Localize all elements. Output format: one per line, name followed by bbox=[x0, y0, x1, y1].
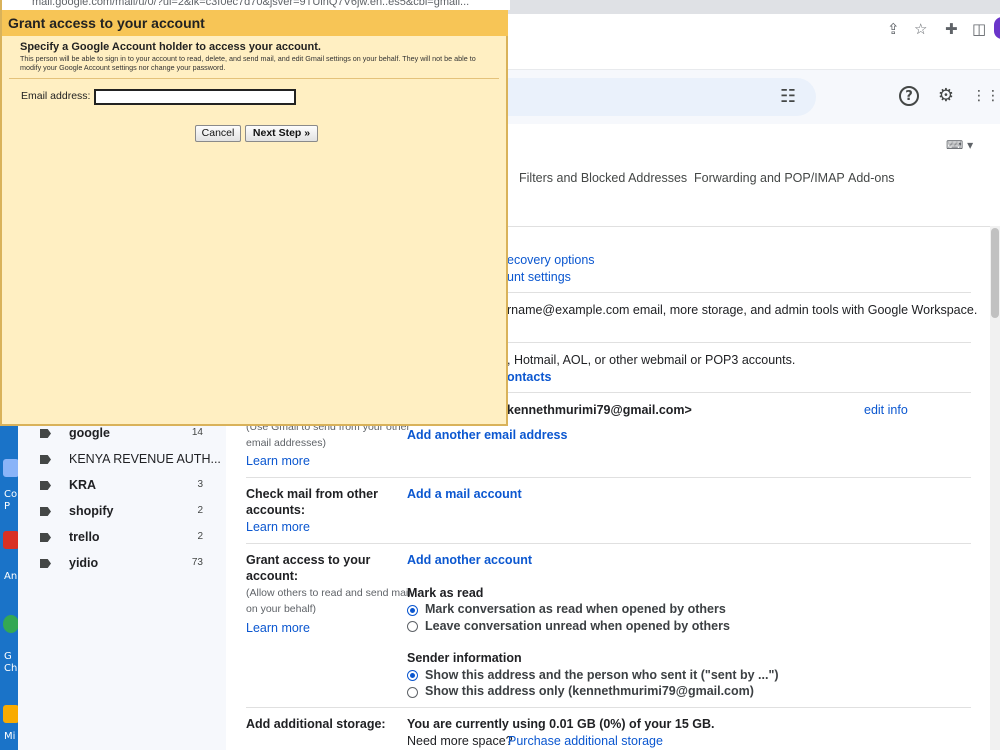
sidebar-label-count: 14 bbox=[191, 427, 203, 438]
workspace-text: rname@example.com email, more storage, a… bbox=[507, 303, 978, 317]
mark-read-option[interactable]: Mark conversation as read when opened by… bbox=[425, 602, 726, 616]
grant-access-description: on your behalf) bbox=[246, 603, 317, 615]
sidebar-label-item[interactable]: KENYA REVENUE AUTH... bbox=[18, 447, 226, 473]
sender-show-both-option[interactable]: Show this address and the person who sen… bbox=[425, 668, 779, 682]
sender-show-both-radio[interactable] bbox=[407, 670, 418, 681]
sidebar-label-name: trello bbox=[69, 530, 100, 544]
desktop-label: Ch bbox=[4, 663, 18, 674]
grant-access-popup: mail.google.com/mail/u/0/?ui=2&ik=c3f0ec… bbox=[0, 0, 510, 426]
desktop-app-icon[interactable] bbox=[3, 531, 18, 549]
leave-unread-radio[interactable] bbox=[407, 621, 418, 632]
purchase-storage-link[interactable]: Purchase additional storage bbox=[508, 734, 663, 748]
cancel-button[interactable]: Cancel bbox=[195, 125, 241, 142]
import-contacts-link[interactable]: ontacts bbox=[507, 370, 551, 384]
desktop-app-icon[interactable] bbox=[3, 459, 18, 477]
sidebar-label-name: google bbox=[69, 426, 110, 440]
share-icon[interactable]: ⇪ bbox=[887, 20, 900, 38]
row-divider bbox=[246, 543, 971, 544]
label-icon bbox=[40, 429, 51, 438]
desktop-strip: Co P An G Ch Mi bbox=[0, 425, 18, 750]
popup-heading: Specify a Google Account holder to acces… bbox=[20, 41, 321, 53]
send-as-learn-more[interactable]: Learn more bbox=[246, 454, 310, 468]
desktop-label: Co bbox=[4, 489, 18, 500]
sidebar-label-name: KRA bbox=[69, 478, 97, 492]
desktop-app-icon[interactable] bbox=[3, 705, 18, 723]
popup-title: Grant access to your account bbox=[8, 15, 205, 31]
sidebar-label-item[interactable]: shopify 2 bbox=[18, 499, 226, 525]
storage-label: Add additional storage: bbox=[246, 717, 386, 731]
row-divider bbox=[246, 707, 971, 708]
next-step-button[interactable]: Next Step » bbox=[245, 125, 318, 142]
star-icon[interactable]: ☆ bbox=[914, 20, 927, 38]
popup-description: This person will be able to sign in to y… bbox=[20, 54, 476, 72]
storage-usage: You are currently using 0.01 GB (0%) of … bbox=[407, 717, 715, 731]
mark-read-radio[interactable] bbox=[407, 605, 418, 616]
tune-icon[interactable]: ☷ bbox=[780, 86, 796, 107]
extensions-icon[interactable]: ✚ bbox=[945, 20, 958, 38]
profile-avatar[interactable] bbox=[994, 17, 1000, 39]
label-icon bbox=[40, 481, 51, 490]
edit-info-link[interactable]: edit info bbox=[864, 403, 908, 417]
popup-divider bbox=[9, 78, 499, 79]
sidebar-label-count: 3 bbox=[197, 479, 203, 490]
grant-access-description: (Allow others to read and send mail bbox=[246, 587, 411, 599]
mark-as-read-heading: Mark as read bbox=[407, 586, 484, 600]
label-icon bbox=[40, 507, 51, 516]
keyboard-icon[interactable]: ⌨ ▾ bbox=[946, 138, 973, 152]
desktop-label: Mi bbox=[4, 731, 16, 742]
label-icon bbox=[40, 533, 51, 542]
storage-need-more: Need more space? bbox=[407, 734, 513, 748]
send-as-description: email addresses) bbox=[246, 437, 326, 449]
help-icon[interactable]: ? bbox=[899, 86, 919, 106]
popup-titlebar: Grant access to your account bbox=[2, 10, 508, 36]
tab-addons[interactable]: Add-ons bbox=[848, 171, 895, 185]
grant-access-learn-more[interactable]: Learn more bbox=[246, 621, 310, 635]
check-mail-learn-more[interactable]: Learn more bbox=[246, 520, 310, 534]
apps-grid-icon[interactable]: ⋮⋮ bbox=[972, 85, 1000, 107]
tab-forwarding[interactable]: Forwarding and POP/IMAP bbox=[694, 171, 845, 185]
tab-filters[interactable]: Filters and Blocked Addresses bbox=[519, 171, 687, 185]
popup-url: mail.google.com/mail/u/0/?ui=2&ik=c3f0ec… bbox=[32, 0, 470, 8]
label-icon bbox=[40, 455, 51, 464]
add-mail-account-link[interactable]: Add a mail account bbox=[407, 487, 522, 501]
sender-info-heading: Sender information bbox=[407, 651, 522, 665]
scrollbar-thumb[interactable] bbox=[991, 228, 999, 318]
desktop-app-icon[interactable] bbox=[3, 615, 18, 633]
sidebar-icon[interactable]: ◫ bbox=[972, 20, 986, 38]
grant-access-label: account: bbox=[246, 569, 299, 583]
account-settings-link[interactable]: unt settings bbox=[507, 270, 571, 284]
sidebar-label-item[interactable]: yidio 73 bbox=[18, 551, 226, 577]
sender-show-address-option[interactable]: Show this address only (kennethmurimi79@… bbox=[425, 684, 754, 698]
sidebar-label-count: 73 bbox=[191, 557, 203, 568]
settings-icon[interactable]: ⚙ bbox=[935, 85, 957, 107]
sender-show-address-radio[interactable] bbox=[407, 687, 418, 698]
import-text: , Hotmail, AOL, or other webmail or POP3… bbox=[507, 353, 796, 367]
sidebar-label-item[interactable]: KRA 3 bbox=[18, 473, 226, 499]
label-icon bbox=[40, 559, 51, 568]
row-divider bbox=[246, 477, 971, 478]
sidebar-label-count: 2 bbox=[197, 505, 203, 516]
desktop-label: An bbox=[4, 571, 18, 582]
email-address-label: Email address: bbox=[21, 90, 91, 102]
sidebar-label-name: shopify bbox=[69, 504, 114, 518]
desktop-label: G bbox=[4, 651, 12, 662]
check-mail-label: Check mail from other bbox=[246, 487, 378, 501]
leave-unread-option[interactable]: Leave conversation unread when opened by… bbox=[425, 619, 730, 633]
sidebar-label-item[interactable]: trello 2 bbox=[18, 525, 226, 551]
recovery-options-link[interactable]: ecovery options bbox=[507, 253, 595, 267]
sidebar-label-name: yidio bbox=[69, 556, 99, 570]
popup-url-bar: mail.google.com/mail/u/0/?ui=2&ik=c3f0ec… bbox=[2, 0, 510, 10]
check-mail-label: accounts: bbox=[246, 503, 306, 517]
send-as-address: kennethmurimi79@gmail.com> bbox=[507, 403, 692, 417]
add-another-email-link[interactable]: Add another email address bbox=[407, 428, 567, 442]
grant-access-label: Grant access to your bbox=[246, 553, 371, 567]
add-another-account-link[interactable]: Add another account bbox=[407, 553, 532, 567]
desktop-label: P bbox=[4, 501, 11, 512]
email-address-input[interactable] bbox=[94, 89, 296, 105]
sidebar-label-name: KENYA REVENUE AUTH... bbox=[69, 452, 221, 466]
sidebar-label-count: 2 bbox=[197, 531, 203, 542]
search-bar[interactable] bbox=[470, 78, 816, 116]
